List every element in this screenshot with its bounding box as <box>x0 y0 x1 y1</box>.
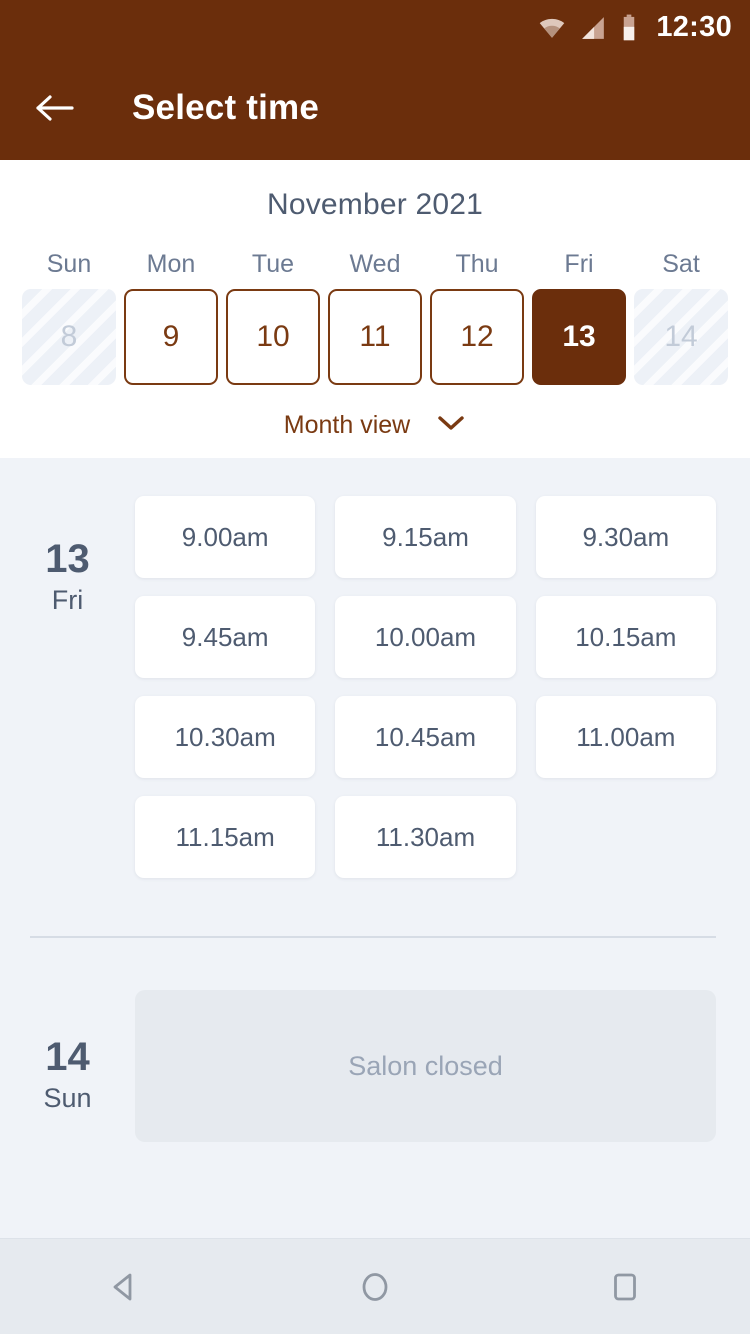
schedule-day-weekday: Sun <box>43 1083 92 1113</box>
nav-recents-icon[interactable] <box>577 1239 673 1334</box>
month-view-toggle[interactable]: Month view <box>0 385 750 440</box>
nav-back-icon[interactable] <box>77 1239 173 1334</box>
calendar-day-cell[interactable]: 9 <box>124 289 218 385</box>
calendar-day-cell: 8 <box>22 289 116 385</box>
time-slot[interactable]: 9.00am <box>135 496 316 578</box>
time-slot[interactable]: 11.00am <box>535 696 716 778</box>
calendar-day-cell: 14 <box>634 289 728 385</box>
time-slot-grid: 9.00am 9.15am 9.30am 9.45am 10.00am 10.1… <box>135 496 716 878</box>
time-slot[interactable]: 10.45am <box>335 696 516 778</box>
schedule-day-number: 13 <box>45 537 90 581</box>
calendar-day-cell[interactable]: 11 <box>328 289 422 385</box>
weekday-label: Sat <box>662 250 700 278</box>
weekday-label: Thu <box>455 250 499 278</box>
schedule-day-label: 13 Fri <box>0 496 135 878</box>
schedule-day-label: 14 Sun <box>0 990 135 1142</box>
status-bar: 12:30 <box>0 0 750 55</box>
time-slot[interactable]: 9.15am <box>335 496 516 578</box>
calendar-day-row: 8 9 10 11 12 13 14 <box>0 289 750 385</box>
battery-icon <box>620 14 638 42</box>
weekday-label: Tue <box>251 250 295 278</box>
weekday-label: Wed <box>349 250 401 278</box>
calendar-day-cell[interactable]: 10 <box>226 289 320 385</box>
android-navigation-bar <box>0 1238 750 1334</box>
time-slot[interactable]: 11.30am <box>335 796 516 878</box>
month-view-label: Month view <box>283 411 411 439</box>
time-slot[interactable]: 11.15am <box>135 796 316 878</box>
calendar-widget: November 2021 Sun Mon Tue Wed Thu Fri Sa… <box>0 160 750 458</box>
time-slot[interactable]: 10.30am <box>135 696 316 778</box>
chevron-down-icon <box>436 414 466 437</box>
calendar-weekday-header: Sun Mon Tue Wed Thu Fri Sat <box>0 232 750 289</box>
time-slot[interactable]: 10.15am <box>535 596 716 678</box>
back-arrow-icon[interactable] <box>32 84 80 132</box>
schedule-day-block: 14 Sun Salon closed <box>0 938 750 1142</box>
salon-closed-card: Salon closed <box>135 990 716 1142</box>
schedule-list: 13 Fri 9.00am 9.15am 9.30am 9.45am 10.00… <box>0 458 750 1238</box>
page-title: Select time <box>132 87 320 127</box>
time-slot[interactable]: 9.30am <box>535 496 716 578</box>
wifi-icon <box>538 14 566 42</box>
weekday-label: Mon <box>146 250 196 278</box>
calendar-day-cell[interactable]: 12 <box>430 289 524 385</box>
time-slot[interactable]: 9.45am <box>135 596 316 678</box>
phone-screen: 12:30 Select time November 2021 Sun Mon … <box>0 0 750 1334</box>
weekday-label: Fri <box>564 250 594 278</box>
calendar-month-title: November 2021 <box>266 188 484 221</box>
schedule-day-block: 13 Fri 9.00am 9.15am 9.30am 9.45am 10.00… <box>0 458 750 878</box>
time-slot[interactable]: 10.00am <box>335 596 516 678</box>
calendar-day-cell-selected[interactable]: 13 <box>532 289 626 385</box>
weekday-label: Sun <box>46 250 92 278</box>
nav-home-icon[interactable] <box>327 1239 423 1334</box>
app-bar: Select time <box>0 55 750 160</box>
schedule-day-weekday: Fri <box>51 585 84 615</box>
schedule-day-number: 14 <box>45 1035 90 1079</box>
status-bar-clock: 12:30 <box>656 11 732 43</box>
cellular-signal-icon <box>580 15 606 41</box>
